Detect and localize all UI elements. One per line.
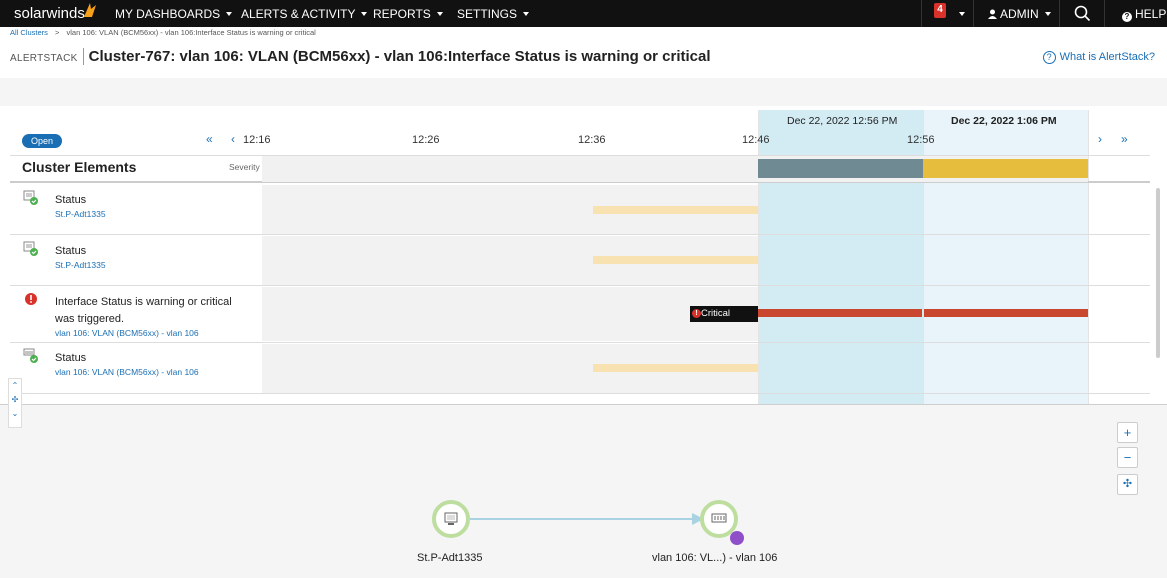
last-page-icon[interactable]: »	[1121, 132, 1128, 146]
chevron-down-icon	[436, 12, 443, 16]
row-divider	[10, 234, 1150, 235]
first-page-icon[interactable]: «	[206, 132, 213, 146]
time-tick: 12:46	[742, 134, 770, 146]
server-icon	[444, 512, 458, 525]
previous-icon[interactable]: ‹	[231, 132, 235, 146]
severity-heading: Severity	[229, 162, 260, 172]
title-divider	[82, 48, 84, 65]
search-icon[interactable]	[1074, 5, 1091, 22]
status-dot	[730, 531, 744, 545]
menu-reports[interactable]: REPORTS	[373, 7, 443, 21]
severity-segment-grey	[758, 159, 923, 178]
row-title: Status	[55, 194, 87, 206]
question-icon: ?	[1042, 51, 1056, 64]
chevron-down-icon	[361, 12, 368, 16]
time-tick: 12:16	[243, 134, 271, 146]
status-bar	[593, 256, 758, 264]
time-tick: 12:26	[412, 134, 440, 146]
nav-divider	[1104, 0, 1105, 27]
row-link[interactable]: St.P-Adt1335	[55, 260, 106, 270]
row-divider	[10, 393, 1150, 394]
chevron-down-icon	[1044, 12, 1051, 16]
interface-ok-icon	[23, 348, 38, 363]
move-icon[interactable]: ✣	[9, 393, 21, 407]
alertstack-label: ALERTSTACK	[10, 53, 78, 64]
time-tick: 12:56	[907, 134, 935, 146]
critical-bar	[758, 309, 922, 317]
status-bar	[593, 364, 758, 372]
zoom-in-button[interactable]: +	[1117, 422, 1138, 443]
collapse-up-icon[interactable]: ⌃	[9, 379, 21, 393]
breadcrumb-separator: >	[55, 28, 60, 37]
help-menu[interactable]: ? HELP	[1122, 7, 1166, 22]
cluster-elements-heading: Cluster Elements	[22, 159, 137, 175]
severity-segment-warning	[923, 159, 1088, 178]
range-label-2: Dec 22, 2022 1:06 PM	[951, 115, 1057, 127]
row-title: Status	[55, 245, 87, 257]
status-bar	[593, 206, 758, 214]
nav-divider	[973, 0, 974, 27]
zoom-out-button[interactable]: −	[1117, 447, 1138, 468]
connection-arrow	[470, 513, 704, 525]
list-item[interactable]: Status vlan 106: VLAN (BCM56xx) - vlan 1…	[10, 346, 260, 392]
row-title: Status	[55, 352, 87, 364]
chevron-down-icon	[523, 12, 530, 16]
expand-down-icon[interactable]: ⌄	[9, 407, 21, 421]
nav-divider	[1059, 0, 1060, 27]
row-link[interactable]: St.P-Adt1335	[55, 209, 106, 219]
breadcrumb-current: vlan 106: VLAN (BCM56xx) - vlan 106:Inte…	[66, 28, 316, 37]
user-menu[interactable]: ADMIN	[988, 7, 1051, 21]
page-title: Cluster-767: vlan 106: VLAN (BCM56xx) - …	[88, 48, 711, 65]
critical-bar	[924, 309, 1088, 317]
top-nav-bar: solarwinds MY DASHBOARDS ALERTS & ACTIVI…	[0, 0, 1167, 27]
breadcrumb: All Clusters > vlan 106: VLAN (BCM56xx) …	[10, 28, 316, 37]
row-link[interactable]: vlan 106: VLAN (BCM56xx) - vlan 106	[55, 328, 199, 338]
row-divider	[10, 342, 1150, 343]
node-label: vlan 106: VL...) - vlan 106	[652, 552, 778, 564]
user-icon	[988, 9, 997, 19]
server-ok-icon	[23, 241, 38, 256]
fit-view-button[interactable]: ✣	[1117, 474, 1138, 495]
flame-icon	[84, 3, 96, 17]
alert-critical-icon: !	[692, 309, 701, 318]
menu-my-dashboards[interactable]: MY DASHBOARDS	[115, 7, 233, 21]
time-tick: 12:36	[578, 134, 606, 146]
menu-alerts-activity[interactable]: ALERTS & ACTIVITY	[241, 7, 368, 21]
next-icon[interactable]: ›	[1098, 132, 1102, 146]
row-title-continued: was triggered.	[55, 313, 125, 325]
list-item[interactable]: Status St.P-Adt1335	[10, 188, 260, 234]
panel-resize-control[interactable]: ⌃ ✣ ⌄	[8, 378, 22, 428]
row-title: Interface Status is warning or critical	[55, 296, 232, 308]
nav-divider	[921, 0, 922, 27]
chevron-down-icon[interactable]	[959, 12, 965, 16]
row-track	[262, 287, 758, 341]
critical-label: ! Critical	[690, 306, 758, 322]
breadcrumb-all-clusters[interactable]: All Clusters	[10, 28, 48, 37]
list-item[interactable]: Status St.P-Adt1335	[10, 239, 260, 285]
alert-critical-icon	[25, 293, 37, 305]
menu-settings[interactable]: SETTINGS	[457, 7, 530, 21]
timeline-scrollbar[interactable]	[1156, 188, 1160, 358]
list-item[interactable]: Interface Status is warning or critical …	[10, 290, 260, 342]
page-title-bar: ALERTSTACK Cluster-767: vlan 106: VLAN (B…	[10, 48, 711, 66]
alert-notification-icon[interactable]: 4	[934, 3, 948, 21]
solarwinds-logo[interactable]: solarwinds	[14, 3, 96, 22]
range-label-1: Dec 22, 2022 12:56 PM	[787, 115, 898, 127]
what-is-alertstack-link[interactable]: ? What is AlertStack?	[1042, 51, 1155, 64]
help-circle-icon: ?	[1122, 12, 1132, 22]
status-badge: Open	[22, 134, 63, 148]
chevron-down-icon	[226, 12, 233, 16]
alert-count-badge: 4	[934, 3, 946, 18]
row-link[interactable]: vlan 106: VLAN (BCM56xx) - vlan 106	[55, 367, 199, 377]
node-label: St.P-Adt1335	[417, 552, 483, 564]
panel-divider[interactable]	[0, 404, 1167, 405]
severity-band	[262, 156, 1088, 182]
interface-icon	[711, 513, 727, 523]
server-ok-icon	[23, 190, 38, 205]
topology-node-server[interactable]	[432, 500, 470, 538]
row-divider	[10, 285, 1150, 286]
brand-name: solarwinds	[14, 5, 85, 22]
